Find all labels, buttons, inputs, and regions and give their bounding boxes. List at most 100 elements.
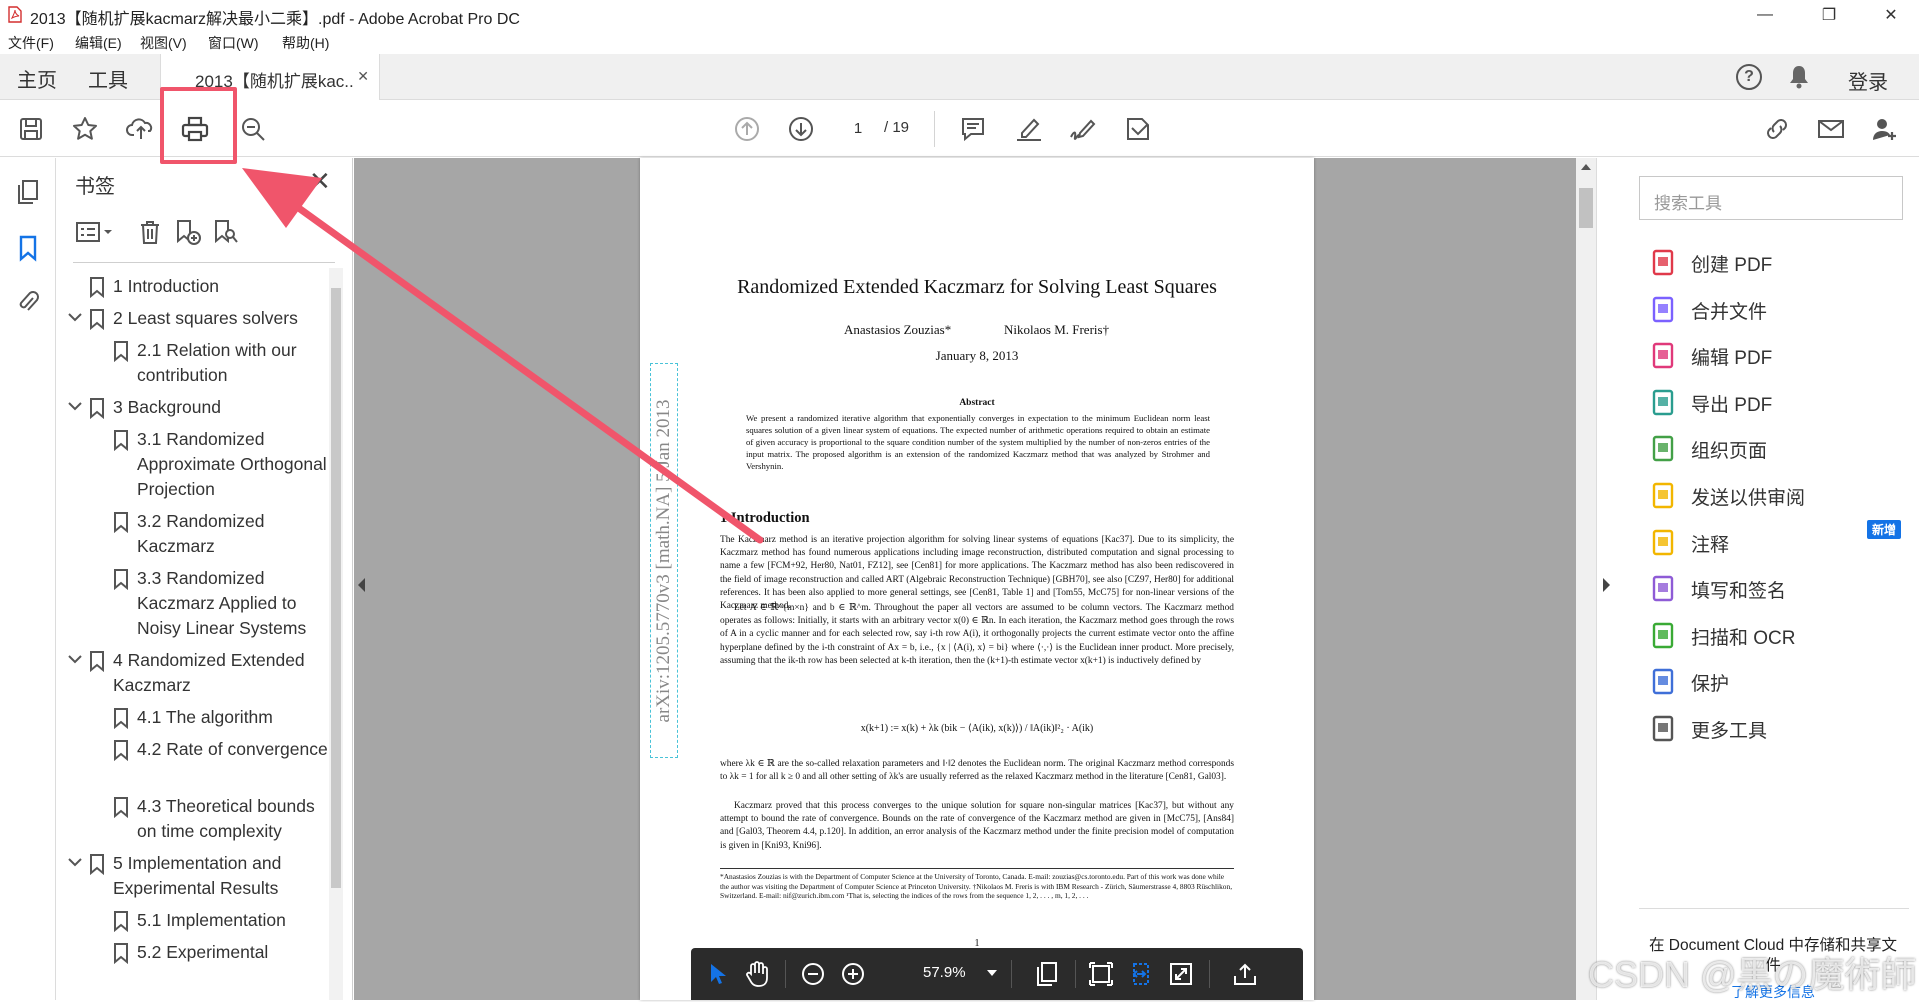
login-button[interactable]: 登录 — [1848, 66, 1888, 95]
bookmark-label: 2.1 Relation with our contribution — [137, 340, 297, 385]
highlight-icon[interactable] — [1012, 113, 1046, 145]
menu-help[interactable]: 帮助(H) — [282, 33, 329, 53]
bookmark-icon — [114, 341, 128, 362]
chevron-down-icon[interactable] — [67, 398, 83, 414]
tab-home[interactable]: 主页 — [17, 64, 57, 93]
add-user-icon[interactable] — [1868, 113, 1902, 145]
full-screen-icon[interactable] — [1165, 958, 1197, 990]
paragraph-4: Kaczmarz proved that this process conver… — [720, 801, 1234, 851]
help-icon[interactable]: ? — [1736, 64, 1762, 90]
chevron-down-icon[interactable] — [67, 309, 83, 325]
page-up-icon[interactable] — [730, 113, 764, 145]
chevron-down-icon[interactable] — [67, 854, 83, 870]
send-review-icon — [1652, 482, 1674, 509]
menu-window[interactable]: 窗口(W) — [208, 33, 259, 53]
tab-tools[interactable]: 工具 — [88, 64, 128, 93]
tool-item[interactable]: 创建 PDF — [1649, 244, 1909, 284]
zoom-dropdown-icon[interactable] — [987, 970, 997, 976]
combine-files-icon — [1652, 296, 1674, 322]
close-tab-icon[interactable]: ✕ — [357, 68, 369, 85]
tool-item[interactable]: 编辑 PDF — [1649, 337, 1909, 377]
bookmark-label: 3 Background — [113, 397, 221, 417]
menu-file[interactable]: 文件(F) — [8, 33, 54, 53]
scrollbar-thumb[interactable] — [331, 288, 341, 888]
save-icon[interactable] — [14, 113, 48, 145]
sign-icon[interactable] — [1066, 113, 1100, 145]
tool-item[interactable]: 组织页面 — [1649, 430, 1909, 470]
tool-item[interactable]: 保护 — [1649, 663, 1909, 703]
bookmark-label: 5.2 Experimental — [137, 942, 269, 962]
zoom-level[interactable]: 57.9% — [923, 964, 966, 981]
tool-item[interactable]: 合并文件 — [1649, 291, 1909, 331]
collapse-left-icon[interactable] — [358, 578, 365, 592]
star-icon[interactable] — [68, 113, 102, 145]
delete-bookmark-icon[interactable] — [135, 216, 165, 248]
select-cursor-icon[interactable] — [701, 958, 733, 990]
minimize-button[interactable]: — — [1736, 0, 1794, 30]
bookmark-label: 2 Least squares solvers — [113, 308, 298, 328]
menu-edit[interactable]: 编辑(E) — [75, 33, 122, 53]
viewer-scrollbar[interactable] — [1576, 158, 1596, 1000]
scan-ocr-icon — [1652, 622, 1674, 648]
bookmark-search-icon[interactable] — [211, 216, 241, 248]
tool-label: 合并文件 — [1691, 301, 1768, 323]
tool-label: 填写和签名 — [1691, 581, 1787, 603]
scroll-up-icon[interactable] — [1581, 164, 1591, 170]
title-bar: 2013【随机扩展kacmarz解决最小二乘】.pdf - Adobe Acro… — [0, 0, 1919, 30]
email-icon[interactable] — [1814, 113, 1848, 145]
attachment-icon[interactable] — [12, 286, 44, 318]
chevron-down-icon[interactable] — [67, 651, 83, 667]
maximize-button[interactable]: ❐ — [1800, 0, 1858, 30]
highlight-box — [160, 87, 237, 164]
tool-label: 注释 — [1691, 534, 1730, 556]
tool-label: 编辑 PDF — [1691, 348, 1773, 370]
export-pdf-icon — [1652, 389, 1674, 415]
zoom-out-icon[interactable] — [797, 958, 829, 990]
comment-icon[interactable] — [956, 113, 990, 145]
page-down-icon[interactable] — [784, 113, 818, 145]
new-bookmark-icon[interactable] — [173, 216, 203, 248]
bookmark-icon — [90, 309, 104, 330]
fit-page-icon[interactable] — [1085, 958, 1117, 990]
paragraph-3: where λk ∈ ℝ are the so-called relaxatio… — [720, 759, 1234, 783]
floatbar-divider — [1011, 960, 1012, 988]
close-window-button[interactable]: ✕ — [1862, 0, 1919, 30]
zoom-search-icon[interactable] — [236, 113, 270, 145]
toolbar-divider — [934, 111, 935, 147]
bell-icon[interactable] — [1788, 64, 1810, 90]
page-thumbnails-icon[interactable] — [12, 176, 44, 208]
bookmark-scrollbar[interactable] — [329, 268, 343, 1000]
search-tools-input[interactable]: 搜索工具 — [1639, 176, 1903, 220]
tool-label: 组织页面 — [1691, 441, 1768, 463]
tool-item[interactable]: 扫描和 OCR — [1649, 617, 1909, 657]
stamp-icon[interactable] — [1120, 113, 1154, 145]
page-display-icon[interactable] — [1031, 958, 1063, 990]
paper-date: January 8, 2013 — [935, 348, 1019, 363]
tool-item[interactable]: 发送以供审阅 — [1649, 477, 1909, 517]
close-panel-icon[interactable]: ✕ — [309, 166, 331, 197]
upload-icon[interactable] — [124, 113, 158, 145]
bookmark-panel-icon[interactable] — [12, 232, 44, 264]
bookmark-options-icon[interactable] — [73, 216, 117, 248]
collapse-right-icon[interactable] — [1603, 578, 1610, 592]
tool-item[interactable]: 更多工具 — [1649, 710, 1909, 750]
create-pdf-icon — [1652, 249, 1674, 276]
tools-pane: 搜索工具 创建 PDF 合并文件编辑 PDF 导出 PDF 组织页面发送以供审阅注释填… — [1596, 158, 1919, 1000]
menu-view[interactable]: 视图(V) — [140, 33, 187, 53]
viewer-scroll-thumb[interactable] — [1579, 188, 1593, 228]
tool-item[interactable]: 导出 PDF — [1649, 384, 1909, 424]
panel-divider — [73, 262, 335, 263]
hand-tool-icon[interactable] — [741, 958, 773, 990]
window-title: 2013【随机扩展kacmarz解决最小二乘】.pdf - Adobe Acro… — [30, 11, 520, 28]
page-number-input[interactable]: 1 — [832, 115, 884, 143]
footnotes: *Anastasios Zouzias is with the Departme… — [720, 868, 1234, 901]
comment-tool-icon — [1652, 529, 1674, 555]
bookmark-icon — [114, 569, 128, 590]
abstract-text: We present a randomized iterative algori… — [746, 413, 1210, 471]
fit-width-icon[interactable] — [1125, 958, 1157, 990]
zoom-in-icon[interactable] — [837, 958, 869, 990]
share-link-icon[interactable] — [1760, 113, 1794, 145]
more-tools-icon — [1652, 715, 1674, 742]
export-upload-icon[interactable] — [1229, 958, 1261, 990]
tool-item[interactable]: 填写和签名 — [1649, 570, 1909, 610]
